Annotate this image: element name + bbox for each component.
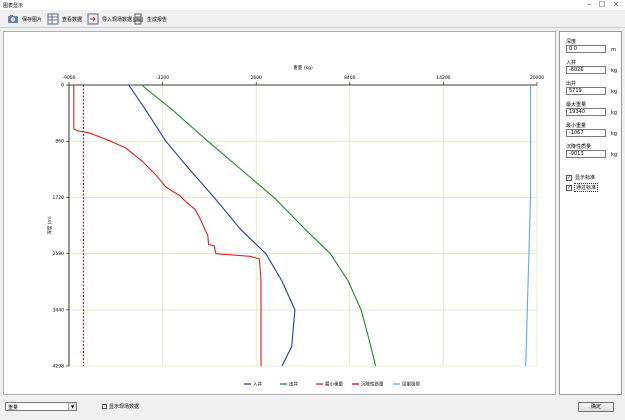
checkbox-check-icon: ✓ [566, 174, 572, 181]
maximize-button[interactable]: □ [596, 0, 608, 9]
plot-area: -9000 -3200 2600 8400 14200 20000 0 860 1720 2580… [3, 31, 556, 395]
min-weight-unit: kg [611, 131, 618, 137]
table-icon [47, 13, 59, 25]
close-button[interactable]: × [610, 0, 622, 9]
x-axis-label: 重量 (kg) [293, 64, 313, 71]
buckling-weight-label: 沉降性质量 [566, 144, 592, 150]
generate-report-button[interactable]: 生成报告 [129, 12, 170, 26]
show-field-data-checkbox[interactable]: 显示现场数据 [102, 403, 139, 410]
view-data-button[interactable]: 查看数据 [44, 12, 85, 26]
out-well-unit: kg [611, 89, 618, 95]
x-tick-label: 2600 [250, 75, 262, 81]
printer-icon [133, 13, 143, 25]
y-tick-label: 4298 [53, 364, 65, 370]
depth-field[interactable] [566, 45, 606, 53]
legend-label-3: 沉降性质量 [361, 381, 384, 388]
show-standard-checkbox[interactable]: ✓ 显示标准 [566, 174, 596, 181]
max-weight-label: 最大重量 [566, 102, 587, 108]
x-tick-label: -9000 [62, 75, 75, 81]
y-axis-label: 深度 (m) [46, 216, 53, 235]
legend-label-1: 出井 [289, 381, 298, 388]
x-tick-label: 14200 [436, 75, 450, 81]
out-well-field[interactable] [566, 87, 606, 95]
save-image-button[interactable]: 保存图片 [4, 12, 45, 26]
series-line-4 [525, 85, 532, 367]
buckling-weight-field[interactable] [566, 150, 606, 158]
generate-report-label: 生成报告 [147, 16, 168, 23]
y-tick-label: 0 [61, 83, 64, 89]
in-well-field[interactable] [566, 66, 606, 74]
depth-label: 深度 [566, 39, 577, 45]
min-weight-field[interactable] [566, 129, 606, 137]
x-tick-label: 20000 [530, 75, 544, 81]
title-bar: 图表显示 – □ × [0, 0, 625, 10]
checkbox-check-icon: ✓ [566, 184, 572, 191]
series-line-0 [128, 84, 296, 367]
series-line-2 [73, 85, 262, 366]
bottom-bar: 重量 ▼ 显示现场数据 确定 [0, 398, 625, 420]
toolbar: 保存图片 查看数据 导入现场数据 生成报告 [0, 10, 625, 28]
max-weight-unit: kg [611, 110, 618, 116]
show-standard-label: 显示标准 [575, 175, 596, 181]
legend-label-4: 屈服极限 [402, 381, 420, 388]
buckling-weight-unit: kg [611, 152, 618, 158]
import-field-data-label: 导入现场数据 [102, 16, 133, 23]
import-field-data-button[interactable]: 导入现场数据 [84, 12, 135, 26]
chevron-down-icon: ▼ [68, 403, 76, 410]
minimize-button[interactable]: – [583, 0, 595, 9]
series-line-1 [141, 84, 377, 367]
y-tick-label: 1720 [53, 195, 65, 201]
window-title: 图表显示 [3, 3, 24, 9]
depth-unit: m [611, 47, 616, 53]
x-tick-label: 8400 [344, 75, 356, 81]
out-well-label: 出井 [566, 81, 577, 87]
in-well-unit: kg [611, 68, 618, 74]
ok-button[interactable]: 确定 [578, 402, 614, 412]
side-panel: 深度 m 入井 kg 出井 kg 最大重量 kg 最小重量 kg 沉降性质量 k… [559, 31, 622, 395]
view-data-label: 查看数据 [62, 16, 83, 23]
max-weight-field[interactable] [566, 108, 606, 116]
import-icon [87, 13, 99, 25]
pass-standard-checkbox[interactable]: ✓ 通过标准 [566, 183, 599, 192]
dropdown-value: 重量 [8, 405, 19, 411]
legend-label-0: 入井 [253, 381, 262, 388]
legend-label-2: 最小重量 [325, 381, 343, 388]
y-tick-label: 3440 [53, 307, 65, 313]
save-image-label: 保存图片 [22, 16, 43, 23]
in-well-label: 入井 [566, 60, 577, 66]
show-field-data-label: 显示现场数据 [109, 404, 140, 410]
checkbox-box [102, 404, 107, 409]
save-icon [8, 15, 18, 23]
y-tick-label: 2580 [53, 251, 65, 257]
chart-window: 图表显示 – □ × 保存图片 查看数据 导入现场数据 生成报告 -9000 -… [0, 0, 625, 420]
min-weight-label: 最小重量 [566, 123, 587, 129]
y-tick-label: 860 [55, 139, 64, 145]
chart-type-dropdown[interactable]: 重量 ▼ [5, 402, 77, 411]
pass-standard-label: 通过标准 [574, 183, 599, 192]
x-tick-label: -3200 [156, 75, 169, 81]
weight-depth-chart: -9000 -3200 2600 8400 14200 20000 0 860 1720 2580… [46, 64, 544, 388]
